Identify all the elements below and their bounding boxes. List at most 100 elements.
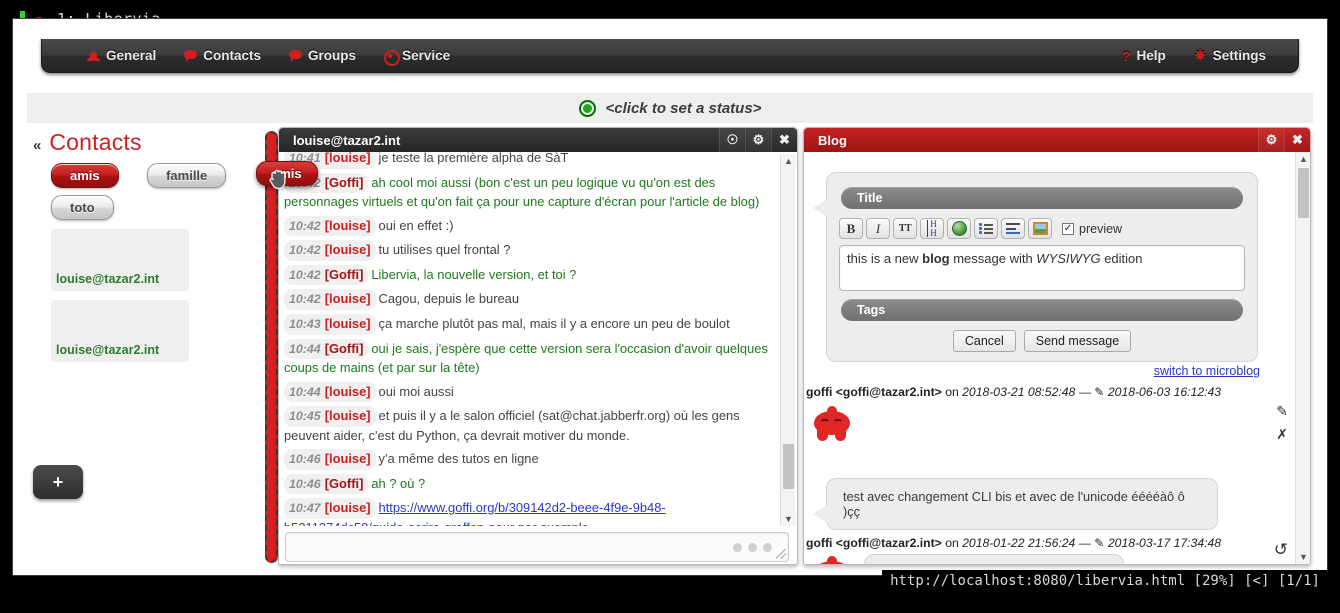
- gear-icon[interactable]: ⚙: [1258, 128, 1284, 152]
- wysiwyg-toolbar: B I TT HH ✓ preview: [839, 218, 1257, 239]
- menu-item-label: Contacts: [203, 48, 262, 63]
- post-published: 2018-01-22 21:56:24: [962, 536, 1076, 550]
- contact-card[interactable]: louise@tazar2.int: [51, 229, 189, 291]
- menubar-right-group: ? Help ✵ Settings: [1108, 44, 1280, 67]
- reload-icon[interactable]: ↺: [1274, 540, 1288, 560]
- preview-checkbox[interactable]: ✓ preview: [1062, 222, 1122, 236]
- image-icon[interactable]: [1028, 218, 1052, 239]
- cancel-button[interactable]: Cancel: [952, 330, 1016, 352]
- scroll-down-icon[interactable]: ▼: [1296, 550, 1310, 564]
- avatar: [810, 406, 854, 442]
- group-pill-amis[interactable]: amis: [51, 163, 119, 188]
- menu-item-label: Groups: [308, 48, 357, 63]
- menu-item-general[interactable]: General: [73, 44, 170, 67]
- screen-root: 1: Libervia General Contacts Groups: [0, 0, 1340, 613]
- post-separator: —: [1078, 536, 1091, 550]
- menu-item-groups[interactable]: Groups: [275, 44, 370, 67]
- presence-status-bar[interactable]: <click to set a status>: [27, 93, 1313, 123]
- menu-item-contacts[interactable]: Contacts: [170, 44, 275, 67]
- resize-handle[interactable]: [776, 549, 786, 559]
- presence-dot-icon[interactable]: [578, 99, 596, 117]
- chat-panel: louise@tazar2.int ☉ ⚙ ✖ 10:41 [louise] je …: [278, 127, 798, 565]
- blog-title: Blog: [818, 132, 847, 148]
- main-menubar: General Contacts Groups Service ? Help ✵…: [41, 39, 1299, 73]
- delete-icon[interactable]: ✗: [1276, 427, 1288, 441]
- message-body: oui en effet :): [378, 217, 454, 233]
- chat-scrollbar[interactable]: ▲ ▼: [780, 154, 796, 526]
- scroll-up-icon[interactable]: ▲: [1296, 152, 1310, 166]
- blog-panel-header: Blog ⚙ ✖: [804, 128, 1310, 152]
- menubar-left-group: General Contacts Groups Service: [73, 44, 464, 67]
- post-comment: test avec changement CLI bis et avec de …: [811, 478, 1218, 530]
- chat-input[interactable]: [285, 532, 789, 562]
- message-nick: [louise]: [324, 217, 371, 233]
- blog-scrollbar[interactable]: ▲ ▼: [1295, 152, 1310, 564]
- chat-message: 10:44 [louise] oui moi aussi: [282, 380, 780, 405]
- message-meta: 10:46 [Goffi]: [284, 473, 369, 495]
- collapse-sidebar-icon[interactable]: «: [33, 137, 41, 154]
- blog-editor: Title B I TT HH ✓ preview this is a new …: [811, 172, 1258, 362]
- browser-status-url: http://localhost:8080/libervia.html [29%…: [882, 570, 1328, 592]
- title-input[interactable]: Title: [841, 187, 1243, 209]
- monospace-icon[interactable]: TT: [893, 218, 917, 239]
- post-meta: goffi <goffi@tazar2.int> on 2018-03-21 0…: [806, 385, 1221, 399]
- menu-item-label: Service: [402, 48, 451, 63]
- menu-item-label: Settings: [1212, 48, 1266, 63]
- add-widget-button[interactable]: +: [33, 465, 83, 499]
- message-meta: 10:42 [louise]: [284, 240, 376, 261]
- scrollbar-thumb[interactable]: [1298, 168, 1309, 218]
- blog-content-input[interactable]: this is a new blog message with WYSIWYG …: [839, 245, 1245, 291]
- switch-to-microblog-link[interactable]: switch to microblog: [1154, 364, 1260, 378]
- menu-item-service[interactable]: Service: [370, 44, 464, 67]
- menu-item-help[interactable]: ? Help: [1108, 44, 1180, 67]
- chat-message: 10:46 [Goffi] ah ? où ?: [282, 472, 780, 497]
- scrollbar-thumb[interactable]: [783, 444, 794, 489]
- scroll-up-icon[interactable]: ▲: [781, 154, 796, 168]
- gear-icon[interactable]: ⚙: [745, 128, 771, 152]
- post-published: 2018-03-21 08:52:48: [962, 385, 1076, 399]
- edit-pen-icon[interactable]: ✎: [1276, 404, 1288, 418]
- post-comment: [864, 554, 1124, 564]
- post-author: goffi <goffi@tazar2.int>: [806, 385, 942, 399]
- chat-message: 10:42 [louise] oui en effet :): [282, 214, 780, 239]
- edit-pen-icon: ✎: [1094, 385, 1105, 399]
- close-icon[interactable]: ✖: [1284, 128, 1310, 152]
- scroll-down-icon[interactable]: ▼: [781, 512, 796, 526]
- message-meta: 10:44 [Goffi]: [284, 338, 369, 360]
- tags-input[interactable]: Tags: [841, 299, 1243, 321]
- chat-message: 10:42 [louise] Cagou, depuis le bureau: [282, 287, 780, 312]
- close-icon[interactable]: ✖: [771, 128, 797, 152]
- group-pill-toto[interactable]: toto: [51, 195, 114, 220]
- chat-message: 10:41 [louise] je teste la première alpha …: [282, 152, 780, 171]
- group-pill-list: amis famille toto: [27, 156, 263, 220]
- italic-icon[interactable]: I: [866, 218, 890, 239]
- menu-item-settings[interactable]: ✵ Settings: [1180, 44, 1280, 67]
- checkbox-box[interactable]: ✓: [1062, 222, 1074, 235]
- target-ring-icon: [384, 49, 401, 66]
- status-message[interactable]: <click to set a status>: [606, 100, 762, 117]
- link-globe-icon[interactable]: [947, 218, 971, 239]
- bullet-list-icon[interactable]: [974, 218, 998, 239]
- contact-card[interactable]: louise@tazar2.int: [51, 300, 189, 362]
- message-meta: 10:47 [louise]: [284, 498, 376, 519]
- message-nick: [louise]: [324, 451, 371, 467]
- contact-jid: louise@tazar2.int: [56, 343, 160, 357]
- bottom-bar: [0, 597, 1340, 613]
- post-tools: ✎ ✗: [1276, 404, 1288, 441]
- message-nick: [louise]: [324, 408, 371, 424]
- content-part: this is a new: [847, 251, 923, 266]
- chat-message: 10:47 [louise] https://www.goffi.org/b/309…: [282, 496, 780, 526]
- align-icon[interactable]: [1001, 218, 1025, 239]
- bold-icon[interactable]: B: [839, 218, 863, 239]
- group-drop-target[interactable]: [265, 131, 278, 563]
- chat-message-list[interactable]: 10:41 [louise] je teste la première alpha …: [279, 152, 797, 526]
- blog-panel: Blog ⚙ ✖ Title B I TT HH ✓ preview this …: [803, 127, 1311, 565]
- group-pill-famille[interactable]: famille: [147, 163, 227, 188]
- chat-message: 10:42 [Goffi] Libervia, la nouvelle versio…: [282, 263, 780, 288]
- target-ring-icon[interactable]: ☉: [719, 128, 745, 152]
- speech-bubble-icon: [289, 50, 303, 62]
- chat-message: 10:43 [louise] ça marche plutôt pas mal, m…: [282, 312, 780, 337]
- send-message-button[interactable]: Send message: [1023, 330, 1132, 352]
- message-body: par exemple: [514, 520, 589, 526]
- heading-icon[interactable]: HH: [920, 218, 944, 239]
